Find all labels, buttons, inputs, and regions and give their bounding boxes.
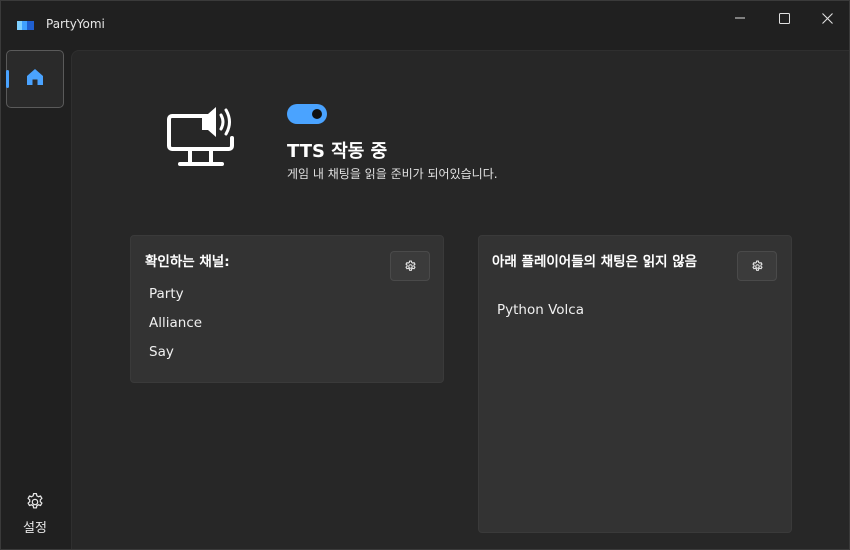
nav-settings-label: 설정 [23,521,47,536]
list-item: Python Volca [497,302,584,318]
tts-status-description: 게임 내 채팅을 읽을 준비가 되어있습니다. [287,167,498,181]
nav-selected-indicator [6,70,9,88]
channels-card-title: 확인하는 채널: [145,254,230,270]
channels-list: Party Alliance Say [149,284,202,371]
gear-icon [404,260,416,271]
list-item: Alliance [149,315,203,331]
toggle-knob [312,109,322,119]
maximize-button[interactable] [761,1,807,35]
tts-toggle[interactable] [287,104,327,124]
tts-status-title: TTS 작동 중 [287,141,388,162]
app-window: PartyYomi 설정 TTS 작동 중 게임 내 채팅을 읽을 준비가 되어… [0,0,850,550]
gear-icon [751,260,763,271]
ignored-players-card-title: 아래 플레이어들의 채팅은 읽지 않음 [492,254,698,270]
nav-home-button[interactable] [6,50,64,108]
gear-icon [27,493,43,509]
app-title: PartyYomi [46,17,105,31]
maximize-icon [778,12,790,24]
channels-settings-button[interactable] [390,251,430,281]
list-item: Say [149,344,174,360]
ignored-players-card: 아래 플레이어들의 채팅은 읽지 않음 Python Volca [478,235,792,533]
minimize-icon [735,17,745,19]
nav-settings-button[interactable]: 설정 [7,489,63,541]
ignored-players-list: Python Volca [497,300,584,329]
close-icon [821,12,833,24]
channels-card: 확인하는 채널: Party Alliance Say [130,235,444,383]
home-icon [27,69,43,85]
minimize-button[interactable] [717,1,763,35]
close-button[interactable] [804,1,849,35]
main-content: TTS 작동 중 게임 내 채팅을 읽을 준비가 되어있습니다. 확인하는 채널… [71,50,849,549]
app-icon [17,21,34,30]
title-bar[interactable]: PartyYomi [1,1,849,49]
list-item: Party [149,286,184,302]
monitor-speaker-icon [167,107,234,166]
ignored-players-settings-button[interactable] [737,251,777,281]
